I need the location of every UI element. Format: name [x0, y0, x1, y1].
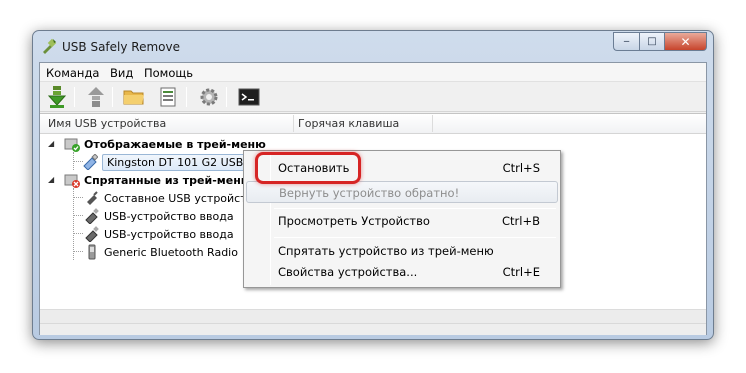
menu-item-properties-shortcut: Ctrl+E	[502, 265, 540, 279]
column-device-name[interactable]: Имя USB устройства	[48, 117, 166, 130]
tree-group-hidden[interactable]: ◢ Спрятанные из трей-меню	[48, 171, 252, 189]
device-list-icon[interactable]	[156, 85, 180, 109]
restore-device-icon[interactable]	[84, 85, 108, 109]
usb-plug-icon	[84, 208, 100, 224]
menu-item-stop-shortcut: Ctrl+S	[502, 161, 540, 175]
horizontal-scrollbar[interactable]	[40, 309, 706, 323]
menu-separator	[274, 208, 556, 209]
shown-group-icon	[64, 136, 80, 152]
usb-plug-icon	[84, 190, 100, 206]
menu-item-view-device[interactable]: Просмотреть Устройство Ctrl+B	[246, 210, 558, 232]
menu-item-view-shortcut: Ctrl+B	[502, 214, 540, 228]
group-hidden-label: Спрятанные из трей-меню	[84, 173, 252, 187]
toolbar-separator	[186, 87, 187, 107]
tree-group-shown[interactable]: ◢ Отображаемые в трей-меню	[48, 135, 266, 153]
menu-item-properties[interactable]: Свойства устройства... Ctrl+E	[246, 261, 558, 283]
menu-command[interactable]: Команда	[46, 66, 99, 80]
folder-icon[interactable]	[122, 85, 146, 109]
device-label: USB-устройство ввода	[104, 227, 234, 241]
device-label: USB-устройство ввода	[104, 209, 234, 223]
highlight-callout	[255, 152, 361, 184]
menu-item-view-label: Просмотреть Устройство	[278, 214, 430, 228]
menu-item-return-label: Вернуть устройство обратно!	[279, 186, 460, 200]
status-bar	[40, 323, 706, 335]
tree-line	[73, 188, 74, 260]
bluetooth-device-icon	[84, 244, 100, 260]
maximize-button[interactable]: □	[639, 32, 664, 51]
usb-drive-icon	[82, 154, 98, 170]
toolbar-separator	[74, 87, 75, 107]
stop-device-icon[interactable]	[45, 85, 69, 109]
minimize-button[interactable]: ‒	[613, 32, 639, 51]
tree-device-kingston[interactable]: Kingston DT 101 G2 USB	[82, 153, 249, 171]
column-header: Имя USB устройства Горячая клавиша	[40, 114, 706, 134]
menu-item-properties-label: Свойства устройства...	[278, 265, 418, 279]
menu-view[interactable]: Вид	[110, 66, 133, 80]
column-hotkey[interactable]: Горячая клавиша	[298, 117, 399, 130]
usb-plug-icon	[84, 226, 100, 242]
menu-item-return-device[interactable]: Вернуть устройство обратно!	[246, 181, 558, 203]
tree-line	[73, 233, 83, 234]
selected-device-label[interactable]: Kingston DT 101 G2 USB	[102, 153, 249, 171]
tree-device-bluetooth[interactable]: Generic Bluetooth Radio	[84, 243, 238, 261]
title-bar[interactable]: USB Safely Remove ‒ □ ✕	[33, 31, 713, 61]
menu-separator	[274, 237, 556, 238]
menu-item-hide-label: Спрятать устройство из трей-меню	[278, 244, 494, 258]
usb-app-icon	[41, 38, 57, 54]
toolbar-separator	[226, 87, 227, 107]
hidden-group-icon	[64, 172, 80, 188]
menu-help[interactable]: Помощь	[144, 66, 193, 80]
console-icon[interactable]	[237, 85, 261, 109]
column-divider[interactable]	[293, 115, 294, 132]
tree-device-input-2[interactable]: USB-устройство ввода	[84, 225, 234, 243]
tree-device-composite[interactable]: Составное USB устройство	[84, 189, 260, 207]
gear-icon[interactable]	[197, 85, 221, 109]
tree-line	[73, 251, 83, 252]
collapse-arrow-icon[interactable]: ◢	[48, 175, 54, 184]
toolbar-separator	[112, 87, 113, 107]
tree-line	[73, 215, 83, 216]
toolbar	[40, 82, 706, 112]
column-divider[interactable]	[432, 115, 433, 132]
group-shown-label: Отображаемые в трей-меню	[84, 137, 266, 151]
menu-bar: Команда Вид Помощь	[40, 63, 706, 82]
device-label: Generic Bluetooth Radio	[104, 245, 238, 259]
close-button[interactable]: ✕	[664, 32, 707, 51]
device-label: Составное USB устройство	[104, 191, 260, 205]
collapse-arrow-icon[interactable]: ◢	[48, 139, 54, 148]
device-name: Kingston DT 101 G2 USB	[107, 155, 244, 169]
tree-device-input-1[interactable]: USB-устройство ввода	[84, 207, 234, 225]
window-title: USB Safely Remove	[62, 40, 180, 54]
menu-item-hide-device[interactable]: Спрятать устройство из трей-меню	[246, 240, 558, 262]
tree-line	[73, 197, 83, 198]
